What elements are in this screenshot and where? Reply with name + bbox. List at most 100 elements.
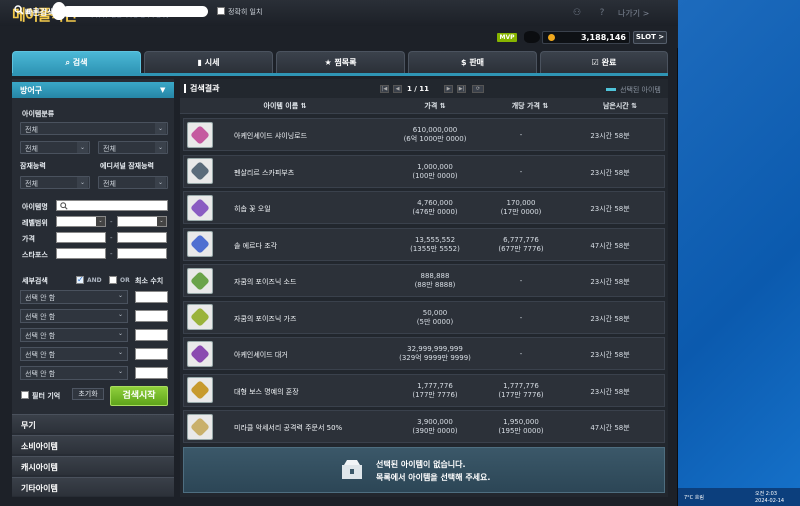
filter-memory-label: 필터 기억 — [32, 392, 61, 400]
header-unit-price[interactable]: 개당 가격 ⇅ — [490, 101, 570, 111]
header-time-left[interactable]: 남은시간 ⇅ — [580, 101, 660, 111]
tab-market-price[interactable]: ▮ 시세 — [144, 51, 273, 73]
option-select-5[interactable]: 선택 안 함 ⌄ — [20, 366, 128, 380]
quick-search-input[interactable] — [62, 6, 208, 17]
tab-wishlist[interactable]: ★ 찜목록 — [276, 51, 405, 73]
or-label: OR — [120, 277, 130, 284]
empty-message-line2: 목록에서 아이템을 선택해 주세요. — [376, 473, 491, 482]
oil-icon — [187, 194, 213, 221]
header-price-label: 가격 — [424, 102, 438, 110]
erda-icon — [187, 231, 213, 257]
prev-page-icon[interactable]: ◀ — [393, 85, 402, 93]
meso-coin-icon — [548, 34, 555, 41]
range-dash: - — [110, 250, 113, 258]
item-time-left: 23시간 58분 — [590, 351, 630, 359]
filter-memory-checkbox[interactable] — [21, 391, 29, 399]
min-value-label: 최소 수치 — [135, 277, 164, 285]
option-value-1: 선택 안 함 — [25, 294, 56, 302]
clock-time: 오전 2:03 — [755, 491, 778, 497]
option-min-input-3[interactable] — [135, 329, 168, 341]
tab-market-price-label: 시세 — [204, 58, 220, 67]
option-min-input-4[interactable] — [135, 348, 168, 360]
option-min-input-5[interactable] — [135, 367, 168, 379]
chevron-down-icon: ⌄ — [157, 217, 166, 226]
header-item-name-label: 아이템 이름 — [263, 102, 299, 110]
weather-text: 7°C 흐림 — [684, 495, 704, 501]
item-name: 자쿰의 포이즈닉 소드 — [234, 278, 297, 286]
item-category-select[interactable]: 전체 ⌄ — [20, 122, 168, 135]
search-icon — [14, 5, 24, 15]
selected-swatch — [606, 88, 616, 91]
option-value-4: 선택 안 함 — [25, 351, 56, 359]
help-icon[interactable]: ? — [597, 8, 607, 18]
exit-button[interactable]: 나가기 > — [618, 8, 649, 19]
and-checkbox[interactable]: ✓ — [76, 275, 84, 284]
header-item-name[interactable]: 아이템 이름 ⇅ — [240, 101, 330, 111]
tab-search[interactable]: ⌕ 검색 — [12, 51, 141, 73]
empty-message-line1: 선택된 아이템이 없습니다. — [376, 460, 466, 469]
option-select-2[interactable]: 선택 안 함 ⌄ — [20, 309, 128, 323]
chevron-down-icon: ⌄ — [155, 142, 166, 153]
option-select-4[interactable]: 선택 안 함 ⌄ — [20, 347, 128, 361]
item-name: 히솝 꽃 오일 — [234, 205, 271, 213]
reset-button[interactable]: 초기화 — [72, 388, 104, 400]
item-unit-price-detail: (177만 7776) — [498, 390, 544, 399]
slot-button[interactable]: SLOT > — [633, 31, 667, 44]
or-checkbox[interactable] — [109, 276, 117, 284]
person-icon[interactable]: ⚇ — [572, 8, 582, 18]
option-select-1[interactable]: 선택 안 함 ⌄ — [20, 290, 128, 304]
category-cash[interactable]: 캐시아이템 — [12, 456, 174, 475]
category-etc[interactable]: 기타아이템 — [12, 477, 174, 496]
last-page-icon[interactable]: ▶| — [457, 85, 466, 93]
avatar — [524, 31, 540, 43]
header-price[interactable]: 가격 ⇅ — [400, 101, 470, 111]
first-page-icon[interactable]: |◀ — [380, 85, 389, 93]
additional-potential-select[interactable]: 전체 ⌄ — [98, 176, 168, 189]
clock-date: 2024-02-14 — [755, 498, 785, 504]
exact-match-checkbox[interactable] — [217, 7, 225, 15]
potential-select[interactable]: 전체 ⌄ — [20, 176, 90, 189]
subcategory-select-2[interactable]: 전체 ⌄ — [98, 141, 168, 154]
item-unit-price: 1,777,776 — [503, 381, 539, 390]
locker-icon — [342, 460, 362, 479]
subcategory-value-2: 전체 — [103, 145, 116, 153]
item-time-left: 47시간 58분 — [590, 241, 630, 250]
range-dash: - — [110, 218, 113, 226]
option-min-input-2[interactable] — [135, 310, 168, 322]
item-category-label: 아이템분류 — [22, 110, 55, 118]
header-unit-price-label: 개당 가격 — [511, 102, 540, 110]
chevron-down-icon[interactable]: ▼ — [160, 86, 165, 94]
tab-complete[interactable]: ☑ 완료 — [540, 51, 668, 73]
level-max-input[interactable]: ⌄ — [117, 216, 167, 227]
starforce-label: 스타포스 — [22, 251, 48, 259]
meso-amount: 3,188,146 — [580, 33, 626, 42]
page-indicator: 1 / 11 — [407, 85, 430, 93]
item-unit-price: - — [519, 131, 523, 139]
item-unit-price-detail: (195만 0000) — [498, 427, 544, 435]
item-time-left: 23시간 58분 — [590, 387, 630, 396]
auction-window: 메이플옥션 MAPLE AUCTION ⚇ ? 나가기 > 빠른검색 정확히 일… — [0, 0, 678, 506]
category-weapon[interactable]: 무기 — [12, 414, 174, 433]
item-name: 대형 보스 명예의 훈장 — [234, 387, 299, 396]
level-min-input[interactable]: ⌄ — [56, 216, 106, 227]
tab-sell[interactable]: $ 판매 — [408, 51, 537, 73]
option-min-input-1[interactable] — [135, 291, 168, 303]
category-armor-header[interactable]: 방어구 — [12, 82, 174, 98]
starforce-max-input[interactable] — [117, 248, 167, 259]
category-consumable[interactable]: 소비아이템 — [12, 435, 174, 454]
starforce-min-input[interactable] — [56, 248, 106, 259]
quick-search-label: 빠른검색 — [25, 8, 55, 17]
search-start-button[interactable]: 검색시작 — [110, 386, 168, 406]
price-max-input[interactable] — [117, 232, 167, 243]
refresh-icon[interactable]: ⟳ — [472, 85, 484, 93]
item-name: 미라클 악세서리 공격력 주문서 50% — [234, 424, 343, 432]
option-select-3[interactable]: 선택 안 함 ⌄ — [20, 328, 128, 342]
next-page-icon[interactable]: ▶ — [444, 85, 453, 93]
item-time-left: 23시간 58분 — [590, 278, 630, 286]
checkmark-icon: ✓ — [77, 275, 84, 284]
option-value-3: 선택 안 함 — [25, 332, 56, 340]
additional-potential-value: 전체 — [103, 180, 116, 188]
price-min-input[interactable] — [56, 232, 106, 243]
item-name-input[interactable] — [56, 200, 168, 211]
subcategory-select-1[interactable]: 전체 ⌄ — [20, 141, 90, 154]
